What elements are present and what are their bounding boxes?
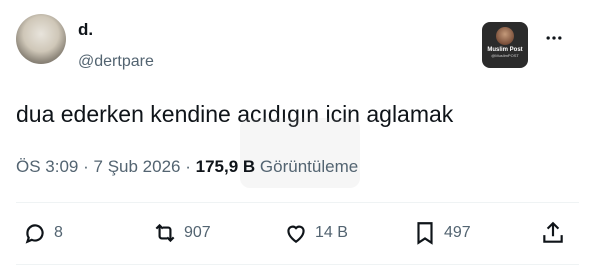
repost-button[interactable]: 907 xyxy=(152,213,211,253)
more-icon[interactable] xyxy=(544,28,564,53)
badge-avatar xyxy=(496,27,514,45)
divider xyxy=(16,202,579,203)
tweet-meta: ÖS 3:09 · 7 Şub 2026 · 175,9 B Görüntüle… xyxy=(16,157,358,177)
bookmark-button[interactable]: 497 xyxy=(412,213,471,253)
like-button[interactable]: 14 B xyxy=(283,213,348,253)
reply-button[interactable]: 8 xyxy=(22,213,63,253)
repost-count: 907 xyxy=(184,224,211,241)
author-name[interactable]: d. xyxy=(78,20,93,40)
tweet-date[interactable]: 7 Şub 2026 xyxy=(94,157,181,176)
divider xyxy=(16,264,579,265)
action-bar: 8 907 14 B 497 xyxy=(0,213,595,253)
share-icon xyxy=(540,220,566,246)
views-label: Görüntüleme xyxy=(259,157,359,176)
avatar[interactable] xyxy=(16,14,66,64)
share-button[interactable] xyxy=(540,213,566,253)
like-count: 14 B xyxy=(315,224,348,241)
heart-icon xyxy=(283,220,309,246)
tweet-time[interactable]: ÖS 3:09 xyxy=(16,157,78,176)
repost-icon xyxy=(152,220,178,246)
reply-icon xyxy=(22,220,48,246)
badge-subtitle: @MuslimPOST xyxy=(491,53,519,58)
tweet-text: dua ederken kendine acıdıgın icin aglama… xyxy=(16,101,454,127)
reply-count: 8 xyxy=(54,224,63,241)
bookmark-icon xyxy=(412,220,438,246)
watermark xyxy=(240,118,360,188)
views-count: 175,9 B xyxy=(195,157,256,176)
bookmark-count: 497 xyxy=(444,224,471,241)
author-handle[interactable]: @dertpare xyxy=(78,53,154,71)
meta-separator: · xyxy=(83,157,89,176)
meta-separator: · xyxy=(185,157,191,176)
affiliate-badge[interactable]: Muslim Post @MuslimPOST xyxy=(482,22,528,68)
